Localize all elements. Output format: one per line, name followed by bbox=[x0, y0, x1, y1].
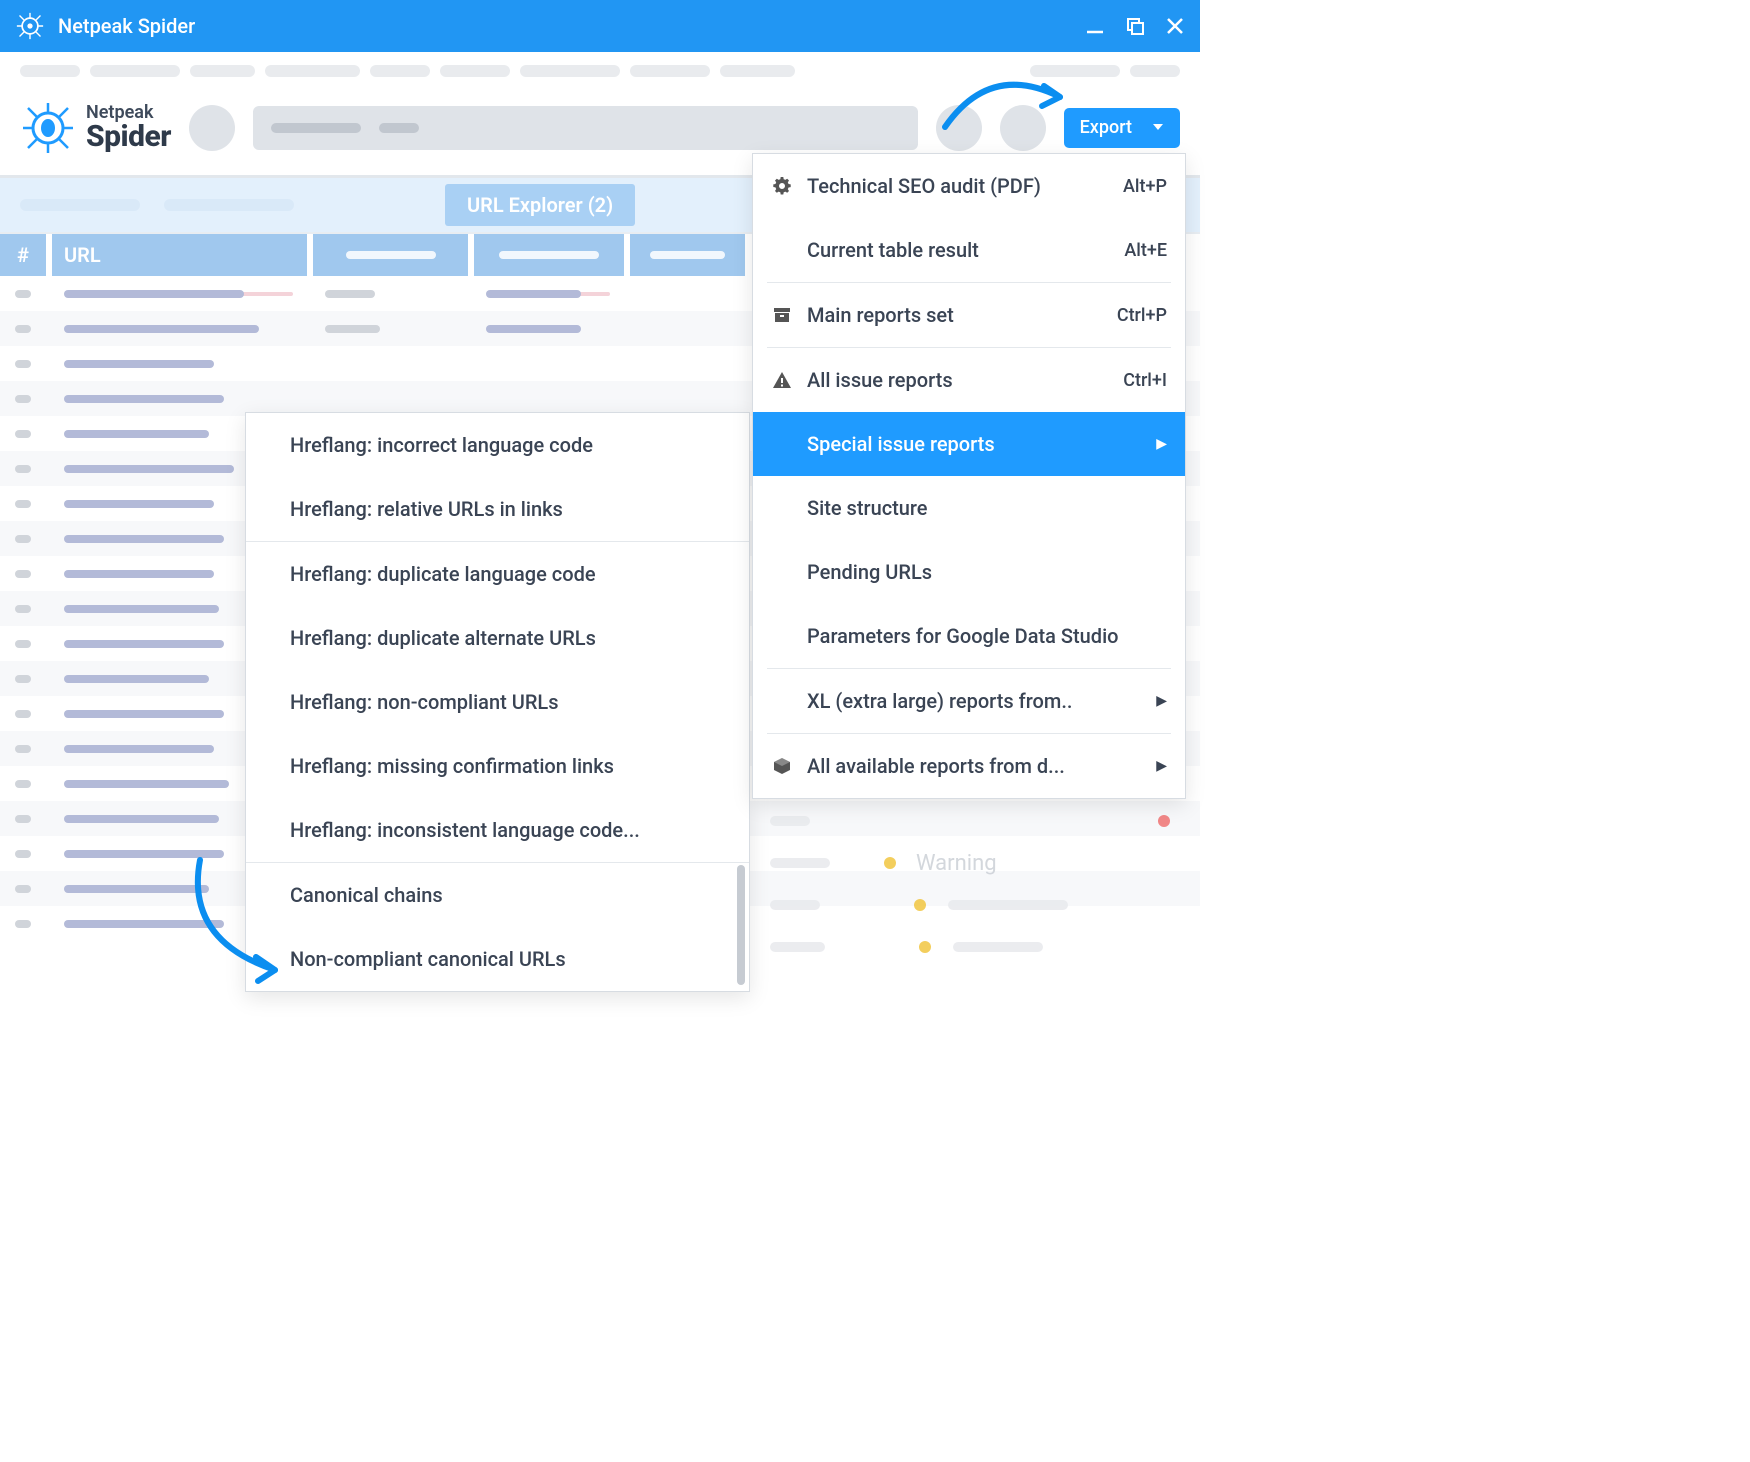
submenu-scrollbar[interactable] bbox=[737, 865, 745, 985]
special-issue-reports-submenu: Hreflang: incorrect language codeHreflan… bbox=[245, 412, 750, 992]
title-bar: Netpeak Spider bbox=[0, 0, 1200, 52]
warning-label: Warning bbox=[916, 851, 997, 876]
menu-bar bbox=[0, 52, 1200, 80]
submenu-item[interactable]: Non-compliant canonical URLs bbox=[246, 927, 749, 991]
submenu-item[interactable]: Hreflang: non-compliant URLs bbox=[246, 670, 749, 734]
close-button[interactable] bbox=[1164, 15, 1186, 37]
menu-item-label: All available reports from d... bbox=[807, 754, 1142, 778]
toolbar-button-placeholder-2[interactable] bbox=[936, 105, 982, 151]
tab-url-explorer[interactable]: URL Explorer (2) bbox=[445, 184, 635, 226]
window-controls bbox=[1084, 15, 1186, 37]
menu-item-label: Special issue reports bbox=[807, 432, 1142, 456]
submenu-item[interactable]: Hreflang: incorrect language code bbox=[246, 413, 749, 477]
export-menu-item[interactable]: All available reports from d... ▶ bbox=[753, 734, 1185, 798]
menu-item-label: Pending URLs bbox=[807, 560, 1167, 584]
export-menu-item[interactable]: Pending URLs bbox=[753, 540, 1185, 604]
submenu-item[interactable]: Hreflang: relative URLs in links bbox=[246, 477, 749, 541]
export-menu-item[interactable]: Site structure bbox=[753, 476, 1185, 540]
export-menu-item[interactable]: Main reports set Ctrl+P bbox=[753, 283, 1185, 347]
col-placeholder-4[interactable] bbox=[474, 234, 624, 276]
chevron-down-icon bbox=[1152, 117, 1164, 138]
menu-item-shortcut: Ctrl+I bbox=[1123, 370, 1167, 391]
menu-item-shortcut: Ctrl+P bbox=[1117, 305, 1167, 326]
submenu-item[interactable]: Canonical chains bbox=[246, 863, 749, 927]
menu-item-label: Parameters for Google Data Studio bbox=[807, 624, 1167, 648]
chevron-right-icon: ▶ bbox=[1156, 693, 1167, 709]
cube-icon bbox=[771, 756, 793, 776]
brand-logo: Netpeak Spider bbox=[20, 100, 171, 156]
window-title: Netpeak Spider bbox=[58, 14, 1084, 38]
minimize-button[interactable] bbox=[1084, 15, 1106, 37]
chevron-right-icon: ▶ bbox=[1156, 758, 1167, 774]
toolbar-button-placeholder-3[interactable] bbox=[1000, 105, 1046, 151]
submenu-item[interactable]: Hreflang: missing confirmation links bbox=[246, 734, 749, 798]
gear-icon bbox=[771, 176, 793, 196]
menu-item-shortcut: Alt+E bbox=[1124, 240, 1167, 261]
chevron-right-icon: ▶ bbox=[1156, 436, 1167, 452]
tab-label: URL Explorer (2) bbox=[467, 193, 613, 217]
menu-item-shortcut: Alt+P bbox=[1123, 176, 1167, 197]
col-url[interactable]: URL bbox=[52, 234, 307, 276]
menu-item-label: Main reports set bbox=[807, 303, 1103, 327]
col-placeholder-5[interactable] bbox=[630, 234, 745, 276]
export-dropdown-menu: Technical SEO audit (PDF) Alt+P Current ta… bbox=[752, 153, 1186, 799]
export-menu-item[interactable]: Special issue reports ▶ bbox=[753, 412, 1185, 476]
menu-item-label: XL (extra large) reports from.. bbox=[807, 689, 1142, 713]
submenu-item[interactable]: Hreflang: duplicate language code bbox=[246, 542, 749, 606]
maximize-button[interactable] bbox=[1124, 15, 1146, 37]
archive-icon bbox=[771, 305, 793, 325]
menu-item-label: Technical SEO audit (PDF) bbox=[807, 174, 1109, 198]
export-menu-item[interactable]: Technical SEO audit (PDF) Alt+P bbox=[753, 154, 1185, 218]
submenu-item[interactable]: Hreflang: duplicate alternate URLs bbox=[246, 606, 749, 670]
export-button[interactable]: Export bbox=[1064, 108, 1180, 148]
export-button-label: Export bbox=[1080, 117, 1132, 138]
export-menu-item[interactable]: Current table result Alt+E bbox=[753, 218, 1185, 282]
menu-item-label: Current table result bbox=[807, 238, 1110, 262]
app-spider-icon bbox=[14, 10, 46, 42]
right-panel-faded: Warning bbox=[770, 800, 1170, 968]
toolbar-button-placeholder[interactable] bbox=[189, 105, 235, 151]
menu-item-label: Site structure bbox=[807, 496, 1167, 520]
warning-icon bbox=[771, 370, 793, 390]
col-placeholder-3[interactable] bbox=[313, 234, 468, 276]
spider-logo-icon bbox=[20, 100, 76, 156]
submenu-item[interactable]: Hreflang: inconsistent language code... bbox=[246, 798, 749, 862]
export-menu-item[interactable]: Parameters for Google Data Studio bbox=[753, 604, 1185, 668]
brand-name-line2: Spider bbox=[86, 122, 171, 152]
col-number[interactable]: # bbox=[0, 234, 46, 276]
export-menu-item[interactable]: XL (extra large) reports from.. ▶ bbox=[753, 669, 1185, 733]
url-input-placeholder[interactable] bbox=[253, 106, 918, 150]
menu-item-label: All issue reports bbox=[807, 368, 1109, 392]
export-menu-item[interactable]: All issue reports Ctrl+I bbox=[753, 348, 1185, 412]
